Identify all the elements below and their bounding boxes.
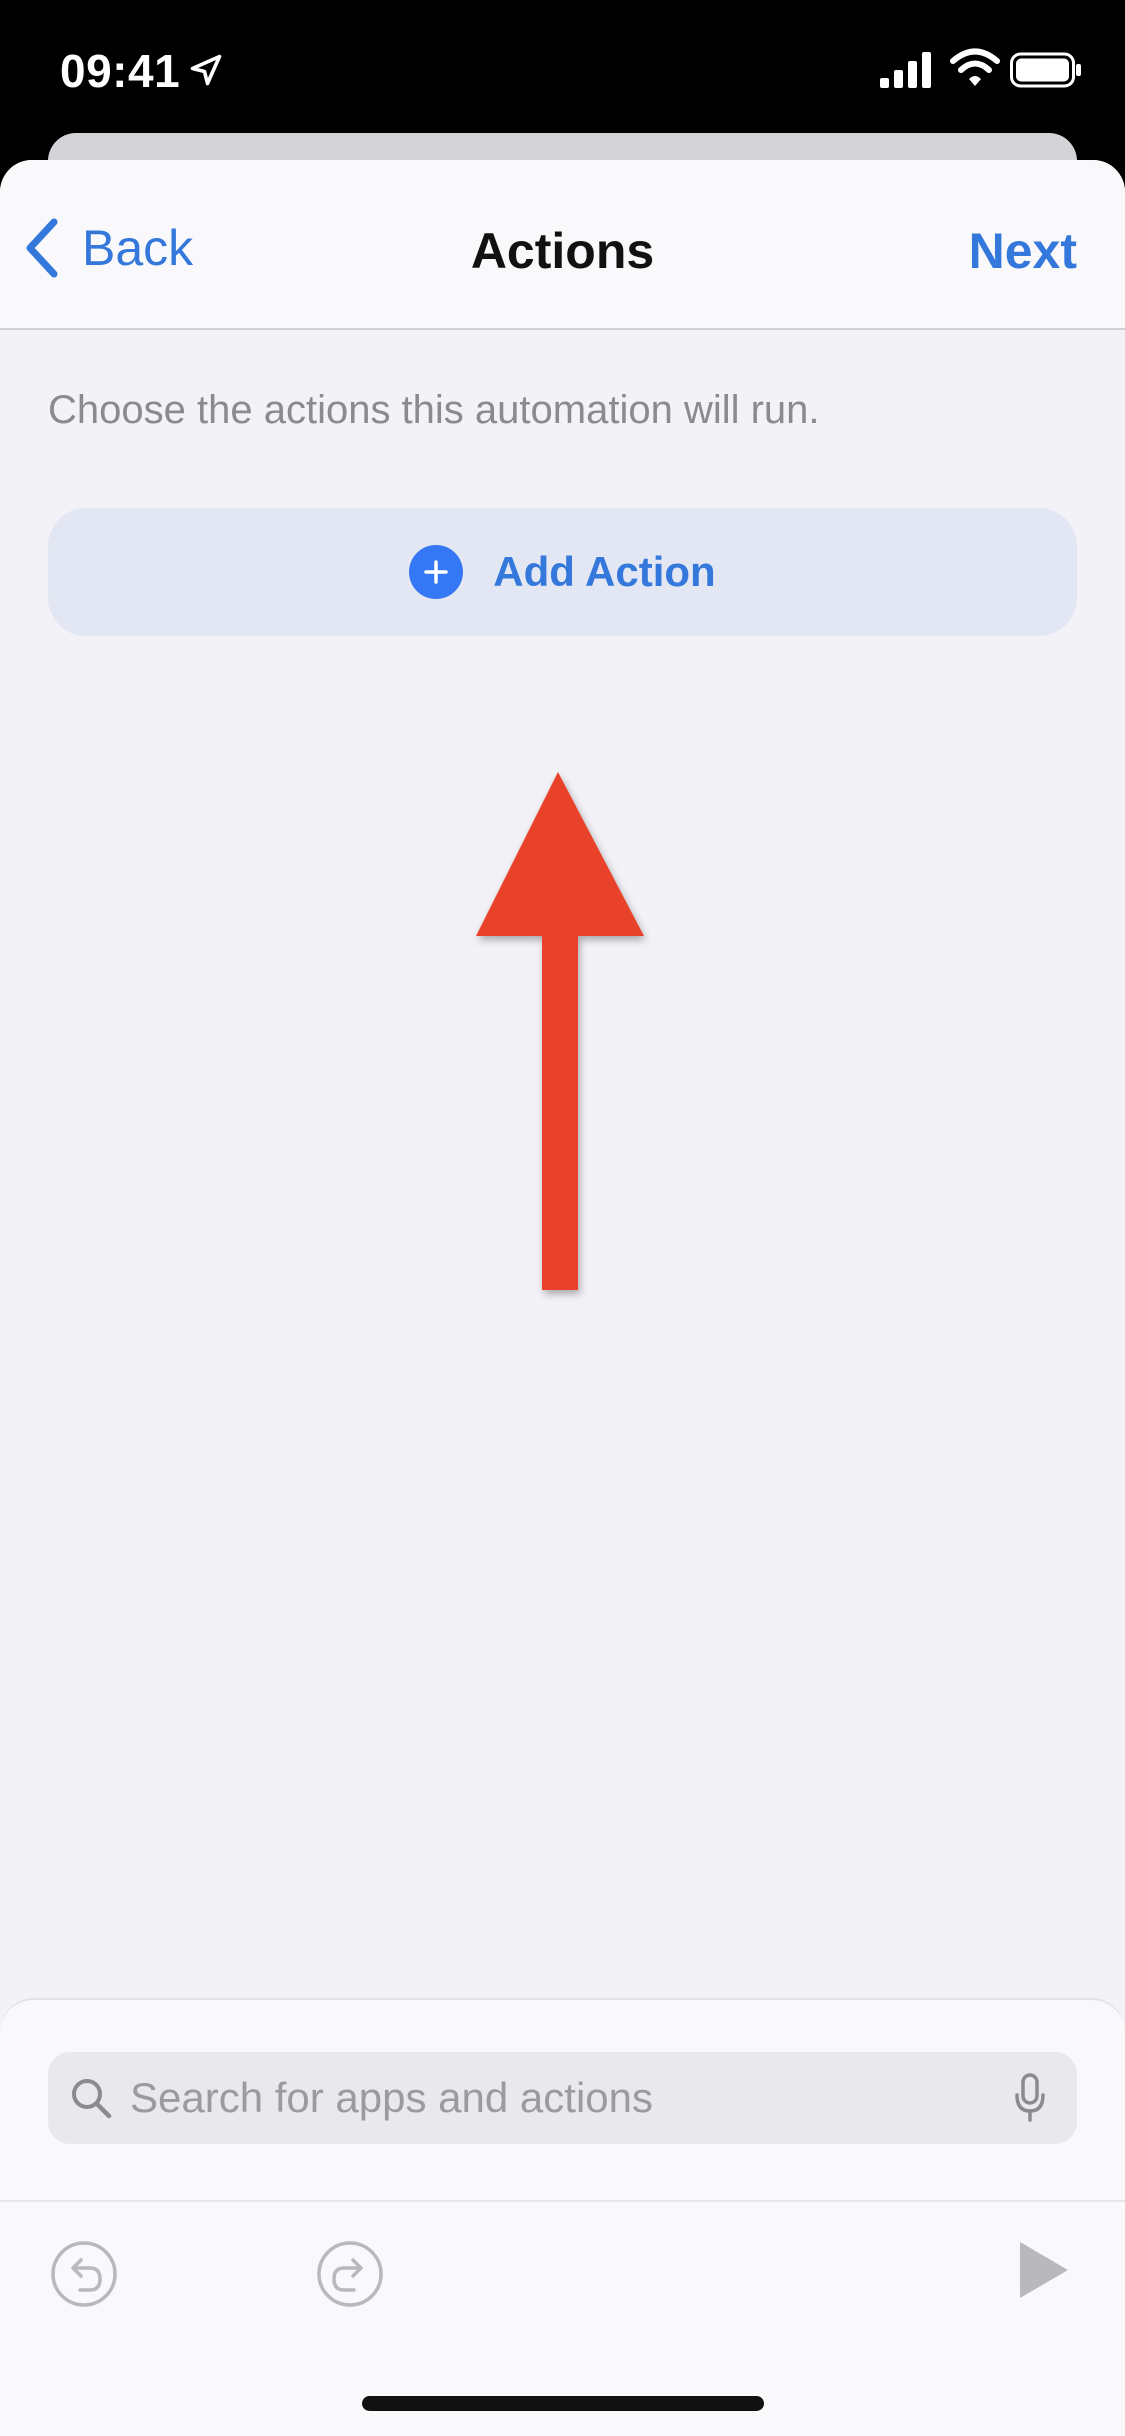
screen: 09:41 Back Actions Next Choose the actio… (0, 0, 1125, 2436)
wifi-icon (950, 48, 1000, 86)
red-arrow-annotation (476, 772, 644, 1290)
undo-icon[interactable] (50, 2240, 118, 2308)
home-indicator (362, 2396, 764, 2411)
toolbar-divider (0, 2200, 1125, 2202)
cellular-signal-icon (880, 52, 931, 88)
action-search-panel (0, 1998, 1125, 2436)
page-title: Actions (470, 223, 655, 279)
instructions-text: Choose the actions this automation will … (48, 388, 820, 432)
status-time: 09:41 (60, 45, 181, 97)
plus-circle-icon (409, 545, 464, 599)
add-action-label: Add Action (493, 548, 716, 595)
redo-icon[interactable] (316, 2240, 384, 2308)
location-arrow-icon (190, 54, 222, 86)
battery-icon (1010, 52, 1081, 88)
play-icon[interactable] (1016, 2238, 1072, 2302)
navigation-bar: Back Actions Next (0, 160, 1125, 330)
search-input[interactable] (130, 2074, 1013, 2122)
actions-sheet: Back Actions Next Choose the actions thi… (0, 160, 1125, 2436)
status-bar: 09:41 (0, 0, 1125, 135)
microphone-icon[interactable] (1013, 2073, 1047, 2123)
next-button[interactable]: Next (969, 222, 1077, 280)
search-bar[interactable] (48, 2052, 1077, 2144)
search-icon (72, 2079, 112, 2119)
